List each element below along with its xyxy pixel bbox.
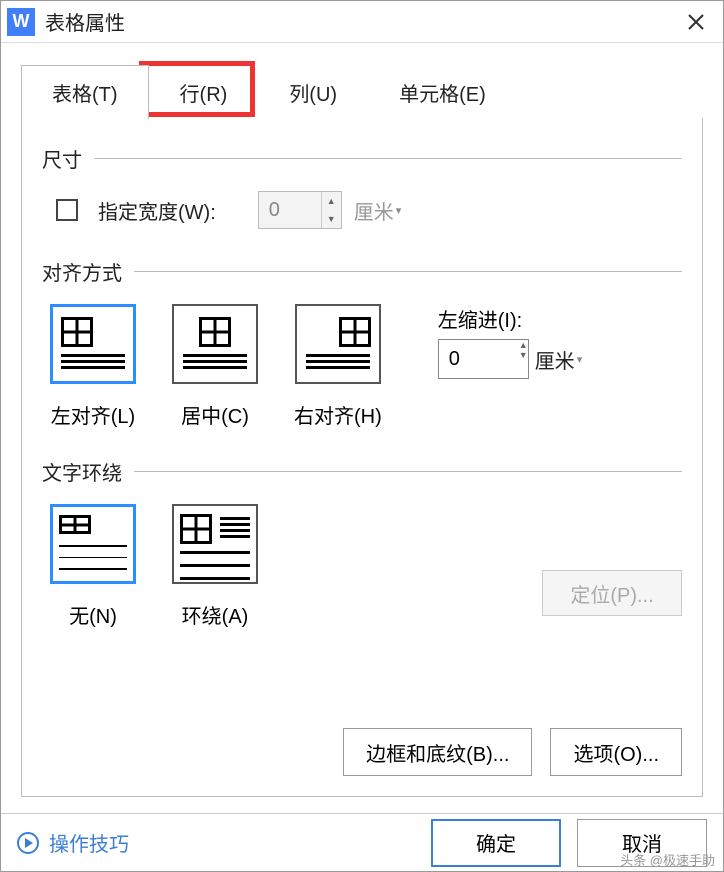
window-title: 表格属性 <box>45 7 675 36</box>
section-wrap-label: 文字环绕 <box>42 457 122 486</box>
align-center-label: 居中(C) <box>181 400 249 429</box>
width-unit-dropdown[interactable]: 厘米▾ <box>354 196 402 225</box>
wrap-none-icon <box>50 504 136 584</box>
tab-column[interactable]: 列(U) <box>258 65 368 119</box>
wrap-around-label: 环绕(A) <box>182 600 249 629</box>
ok-button[interactable]: 确定 <box>431 819 561 867</box>
close-button[interactable] <box>675 1 717 43</box>
align-center-icon <box>172 304 258 384</box>
indent-unit-dropdown[interactable]: 厘米▾ <box>535 345 583 374</box>
wrap-around-option[interactable]: 环绕(A) <box>172 504 258 629</box>
width-spinner[interactable]: ▲ ▼ <box>258 191 342 229</box>
play-icon[interactable] <box>17 832 39 854</box>
position-button: 定位(P)... <box>542 570 682 616</box>
section-divider <box>134 271 682 272</box>
section-size-label: 尺寸 <box>42 144 82 173</box>
dialog-body: 表格(T) 行(R) 列(U) 单元格(E) 尺寸 指定宽度(W): <box>1 43 723 813</box>
section-divider <box>134 471 682 472</box>
align-left-label: 左对齐(L) <box>51 400 135 429</box>
section-alignment-label: 对齐方式 <box>42 257 122 286</box>
indent-spin-up[interactable]: ▲ <box>519 340 528 350</box>
align-left-icon <box>50 304 136 384</box>
align-right-icon <box>295 304 381 384</box>
width-spin-down[interactable]: ▼ <box>322 210 341 228</box>
align-left-option[interactable]: 左对齐(L) <box>50 304 136 429</box>
dialog-footer: 操作技巧 确定 取消 头条 @极速手助 <box>1 813 723 871</box>
section-divider <box>94 158 682 159</box>
app-icon: W <box>7 8 35 36</box>
wrap-around-icon <box>172 504 258 584</box>
tab-bar: 表格(T) 行(R) 列(U) 单元格(E) <box>21 65 703 119</box>
width-input[interactable] <box>259 199 321 222</box>
wrap-none-label: 无(N) <box>69 600 117 629</box>
wrap-none-option[interactable]: 无(N) <box>50 504 136 629</box>
tab-cell[interactable]: 单元格(E) <box>368 65 517 119</box>
tab-row[interactable]: 行(R) <box>149 65 259 119</box>
bottom-button-row: 边框和底纹(B)... 选项(O)... <box>343 728 682 776</box>
indent-group: 左缩进(I): ▲ ▼ 厘米▾ <box>438 304 582 379</box>
borders-button[interactable]: 边框和底纹(B)... <box>343 728 532 776</box>
titlebar: W 表格属性 <box>1 1 723 43</box>
align-right-option[interactable]: 右对齐(H) <box>294 304 382 429</box>
tab-content-table: 尺寸 指定宽度(W): ▲ ▼ 厘米▾ <box>21 118 703 797</box>
section-size: 尺寸 指定宽度(W): ▲ ▼ 厘米▾ <box>42 144 682 229</box>
watermark: 头条 @极速手助 <box>620 850 715 869</box>
align-center-option[interactable]: 居中(C) <box>172 304 258 429</box>
options-button[interactable]: 选项(O)... <box>550 728 682 776</box>
indent-spinner[interactable]: ▲ ▼ <box>438 339 529 379</box>
indent-label: 左缩进(I): <box>438 304 582 333</box>
section-alignment: 对齐方式 左对齐(L) <box>42 257 682 429</box>
width-spin-up[interactable]: ▲ <box>322 192 341 210</box>
tips-link[interactable]: 操作技巧 <box>49 828 129 857</box>
dialog-window: W 表格属性 表格(T) 行(R) 列(U) 单元格(E) 尺寸 指定宽度(W)… <box>0 0 724 872</box>
align-right-label: 右对齐(H) <box>294 400 382 429</box>
specify-width-checkbox[interactable] <box>56 199 78 221</box>
indent-spin-down[interactable]: ▼ <box>519 350 528 360</box>
tab-table[interactable]: 表格(T) <box>21 65 149 119</box>
specify-width-label: 指定宽度(W): <box>98 196 216 225</box>
indent-input[interactable] <box>439 340 519 378</box>
